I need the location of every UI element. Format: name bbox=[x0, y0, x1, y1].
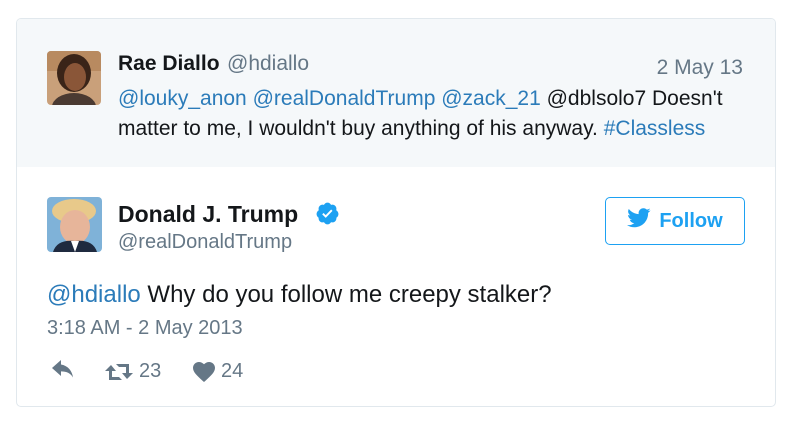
reply-button[interactable] bbox=[51, 360, 75, 382]
quoted-author-handle[interactable]: @hdiallo bbox=[227, 52, 309, 76]
follow-label: Follow bbox=[659, 209, 723, 232]
like-count: 24 bbox=[221, 360, 244, 382]
reply-icon bbox=[51, 360, 75, 382]
twitter-bird-icon bbox=[627, 208, 651, 234]
follow-button[interactable]: Follow bbox=[605, 197, 745, 245]
heart-icon bbox=[193, 361, 215, 382]
quoted-tweet-date[interactable]: 2 May 13 bbox=[657, 56, 743, 80]
quoted-author-name[interactable]: Rae Diallo bbox=[118, 52, 220, 76]
retweet-icon bbox=[105, 361, 133, 383]
quoted-tweet[interactable]: Rae Diallo @hdiallo 2 May 13 @louky_anon… bbox=[17, 19, 775, 167]
tweet-timestamp[interactable]: 3:18 AM - 2 May 2013 bbox=[47, 317, 243, 340]
quoted-tweet-text: @louky_anon @realDonaldTrump @zack_21 @d… bbox=[118, 84, 748, 144]
mention-link[interactable]: @hdiallo bbox=[47, 281, 141, 308]
tweet-embed-card: Rae Diallo @hdiallo 2 May 13 @louky_anon… bbox=[16, 18, 776, 407]
retweet-count: 23 bbox=[139, 360, 162, 382]
retweet-button[interactable]: 23 bbox=[105, 360, 161, 383]
author-handle[interactable]: @realDonaldTrump bbox=[118, 231, 292, 254]
hashtag-link[interactable]: #Classless bbox=[604, 117, 706, 140]
verified-badge-icon bbox=[315, 201, 340, 226]
like-button[interactable]: 24 bbox=[193, 360, 243, 383]
mention-link[interactable]: @zack_21 bbox=[441, 87, 541, 110]
author-name[interactable]: Donald J. Trump bbox=[118, 201, 298, 228]
quoted-author-avatar[interactable] bbox=[47, 51, 101, 105]
mention-link[interactable]: @louky_anon bbox=[118, 87, 247, 110]
tweet-text: @hdiallo Why do you follow me creepy sta… bbox=[47, 281, 552, 309]
mention-link[interactable]: @realDonaldTrump bbox=[253, 87, 436, 110]
author-avatar[interactable] bbox=[47, 197, 102, 252]
tweet-body: Why do you follow me creepy stalker? bbox=[147, 281, 552, 308]
